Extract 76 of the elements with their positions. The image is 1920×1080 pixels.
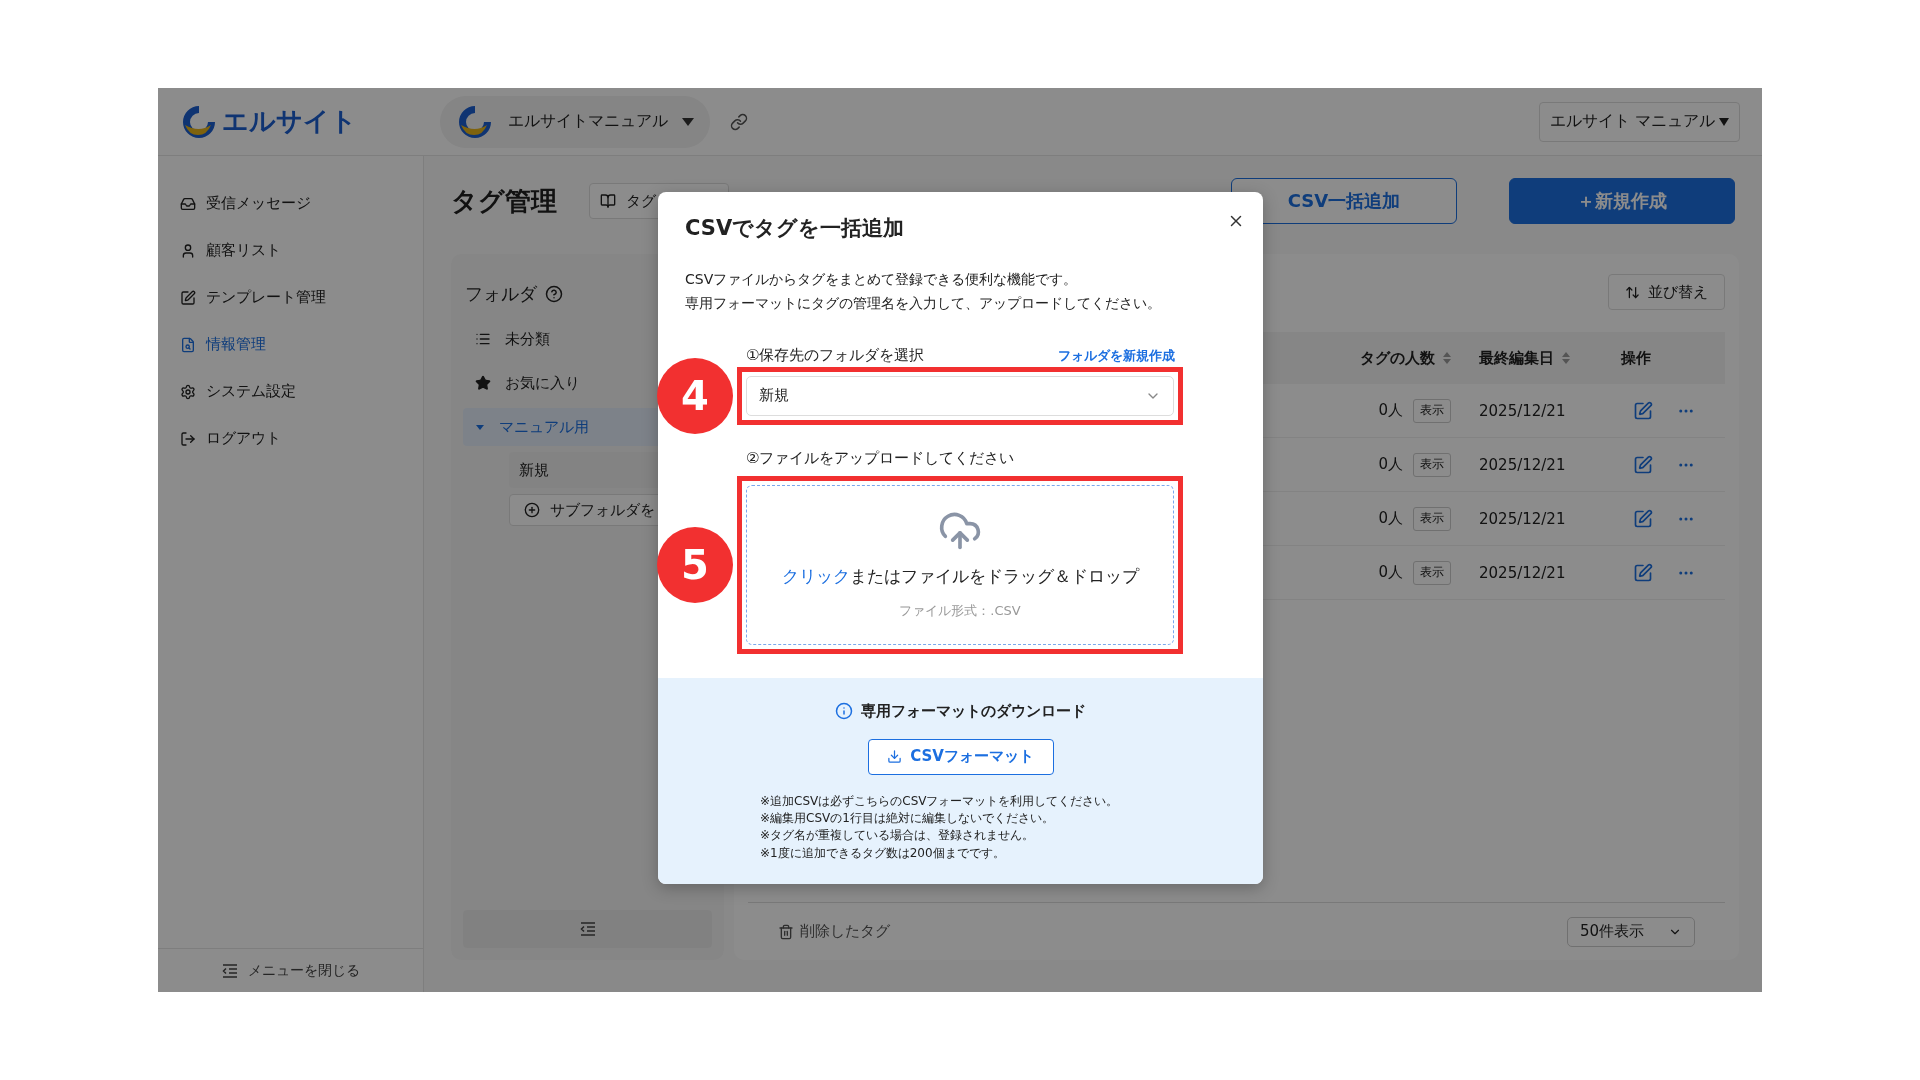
collapse-menu-icon bbox=[221, 963, 238, 978]
edit-icon[interactable] bbox=[1633, 400, 1653, 421]
caret-icon bbox=[1719, 117, 1729, 126]
view-button[interactable]: 表示 bbox=[1413, 560, 1451, 585]
sidebar-item[interactable]: 情報管理 bbox=[158, 321, 423, 368]
member-count: 0人 bbox=[1378, 401, 1403, 420]
page-title: タグ管理 bbox=[451, 184, 557, 218]
edited-date: 2025/12/21 bbox=[1479, 509, 1566, 528]
dialog-description: CSVファイルからタグをまとめて登録できる便利な機能です。 専用フォーマットにタグの管理名を入力して、アップロードしてください。 bbox=[685, 270, 1162, 313]
link-icon[interactable] bbox=[730, 112, 748, 131]
csv-format-button[interactable]: CSVフォーマット bbox=[867, 738, 1054, 775]
edit-icon[interactable] bbox=[1633, 454, 1653, 475]
edit-icon[interactable] bbox=[1633, 562, 1653, 583]
edit-icon[interactable] bbox=[1633, 508, 1653, 529]
step-label: ①保存先のフォルダを選択 bbox=[746, 345, 925, 365]
column-header[interactable]: タグの人数 bbox=[1325, 332, 1465, 384]
edited-date: 2025/12/21 bbox=[1479, 563, 1566, 582]
note-text: ※追加CSVは必ずこちらのCSVフォーマットを利用してください。 bbox=[760, 792, 1119, 810]
view-button[interactable]: 表示 bbox=[1413, 452, 1451, 477]
menu-icon bbox=[180, 383, 196, 400]
logo-text: エルサイト bbox=[222, 105, 357, 138]
sidebar-item[interactable]: 顧客リスト bbox=[158, 227, 423, 274]
help-icon[interactable] bbox=[545, 285, 563, 303]
click-link[interactable]: クリック bbox=[781, 566, 850, 587]
folder-title: フォルダ bbox=[465, 282, 537, 306]
folder-select[interactable]: 新規 bbox=[746, 375, 1174, 416]
list-icon bbox=[475, 331, 491, 347]
download-icon bbox=[887, 749, 903, 765]
file-format-hint: ファイル形式：.CSV bbox=[899, 602, 1021, 621]
sidebar-item[interactable]: ログアウト bbox=[158, 415, 423, 462]
trash-icon bbox=[778, 923, 794, 940]
menu-icon bbox=[180, 195, 196, 212]
star-icon bbox=[475, 375, 491, 391]
step-badge: 5 bbox=[657, 526, 733, 603]
create-button[interactable]: ＋新規作成 bbox=[1509, 178, 1735, 224]
edited-date: 2025/12/21 bbox=[1479, 455, 1566, 474]
sidebar-item[interactable]: テンプレート管理 bbox=[158, 274, 423, 321]
step-badge: 4 bbox=[657, 357, 733, 434]
note-text: ※1度に追加できるタグ数は200個までです。 bbox=[760, 844, 1006, 862]
menu-icon bbox=[180, 289, 196, 306]
collapse-menu-icon bbox=[579, 922, 596, 936]
drop-instruction: クリック またはファイルをドラッグ＆ドロップ bbox=[781, 565, 1139, 589]
note-text: ※タグ名が重複している場合は、登録されません。 bbox=[760, 827, 1036, 845]
caret-icon bbox=[682, 117, 694, 126]
account-dropdown[interactable]: エルサイト マニュアル bbox=[1538, 101, 1740, 142]
folder-item[interactable]: 未分類 bbox=[463, 320, 712, 358]
download-title: 専用フォーマットのダウンロード bbox=[861, 701, 1086, 721]
note-text: ※編集用CSVの1行目は絶対に編集しないでください。 bbox=[760, 810, 1055, 827]
sidebar-item[interactable]: システム設定 bbox=[158, 368, 423, 415]
new-folder-link[interactable]: フォルダを新規作成 bbox=[1058, 346, 1175, 365]
plus-circle-icon bbox=[524, 502, 540, 518]
member-count: 0人 bbox=[1378, 509, 1403, 528]
file-drop-zone[interactable]: クリック またはファイルをドラッグ＆ドロップ ファイル形式：.CSV bbox=[746, 484, 1174, 645]
column-header[interactable]: 最終編集日 bbox=[1465, 332, 1607, 384]
menu-icon bbox=[180, 430, 196, 447]
sort-icon bbox=[1625, 284, 1640, 300]
close-menu-button[interactable]: メニューを閉じる bbox=[158, 948, 423, 992]
csv-add-button[interactable]: CSV一括追加 bbox=[1231, 178, 1457, 224]
step-label: ②ファイルをアップロードしてください bbox=[746, 448, 1015, 468]
sort-button[interactable]: 並び替え bbox=[1608, 274, 1725, 310]
column-header: 操作 bbox=[1620, 347, 1652, 369]
view-button[interactable]: 表示 bbox=[1413, 506, 1451, 531]
member-count: 0人 bbox=[1378, 455, 1403, 474]
menu-icon bbox=[180, 336, 196, 353]
sidebar-item[interactable]: 受信メッセージ bbox=[158, 180, 423, 227]
deleted-tags-link[interactable]: 削除したタグ bbox=[778, 922, 890, 941]
menu-icon bbox=[180, 242, 196, 259]
caret-icon[interactable] bbox=[475, 422, 485, 432]
info-icon bbox=[835, 702, 853, 721]
book-icon bbox=[600, 193, 616, 209]
page-size-select[interactable]: 50件表示 bbox=[1567, 916, 1695, 947]
edited-date: 2025/12/21 bbox=[1479, 401, 1566, 420]
workspace-select[interactable]: エルサイトマニュアル bbox=[440, 95, 710, 148]
member-count: 0人 bbox=[1378, 563, 1403, 582]
dialog-title: CSVでタグを一括追加 bbox=[685, 215, 906, 242]
view-button[interactable]: 表示 bbox=[1413, 398, 1451, 423]
